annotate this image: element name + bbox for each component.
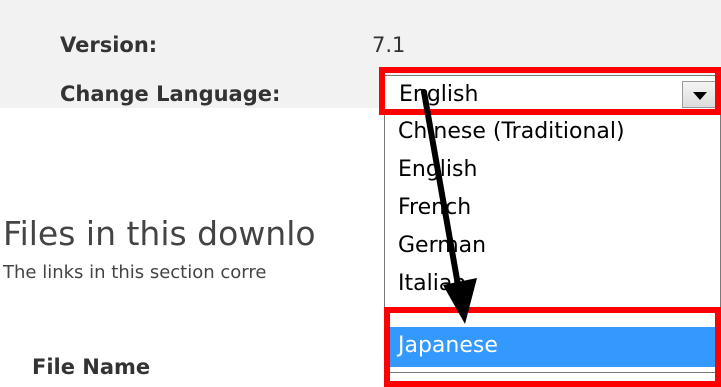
file-name-column-header: File Name: [32, 355, 151, 379]
version-label: Version:: [60, 33, 158, 57]
language-select-value: English: [399, 82, 479, 107]
change-language-label: Change Language:: [60, 82, 281, 106]
version-value: 7.1: [372, 33, 406, 57]
language-option-italian[interactable]: Italian: [385, 265, 720, 305]
language-option-german[interactable]: German: [385, 227, 720, 267]
language-option-chinese-traditional[interactable]: Chinese (Traditional): [385, 113, 720, 153]
files-section-heading: Files in this downlo: [3, 214, 316, 254]
language-option-japanese[interactable]: Japanese: [385, 327, 720, 367]
download-page: Version: 7.1 Change Language: Files in t…: [0, 0, 721, 387]
language-dropdown-list[interactable]: Chinese (Traditional) English French Ger…: [384, 113, 721, 373]
chevron-down-icon: [693, 92, 707, 100]
language-option-french[interactable]: French: [385, 189, 720, 229]
files-section-description: The links in this section corre: [3, 262, 267, 283]
language-select[interactable]: English: [384, 75, 721, 113]
dropdown-button[interactable]: [682, 81, 716, 108]
language-option-english[interactable]: English: [385, 151, 720, 191]
